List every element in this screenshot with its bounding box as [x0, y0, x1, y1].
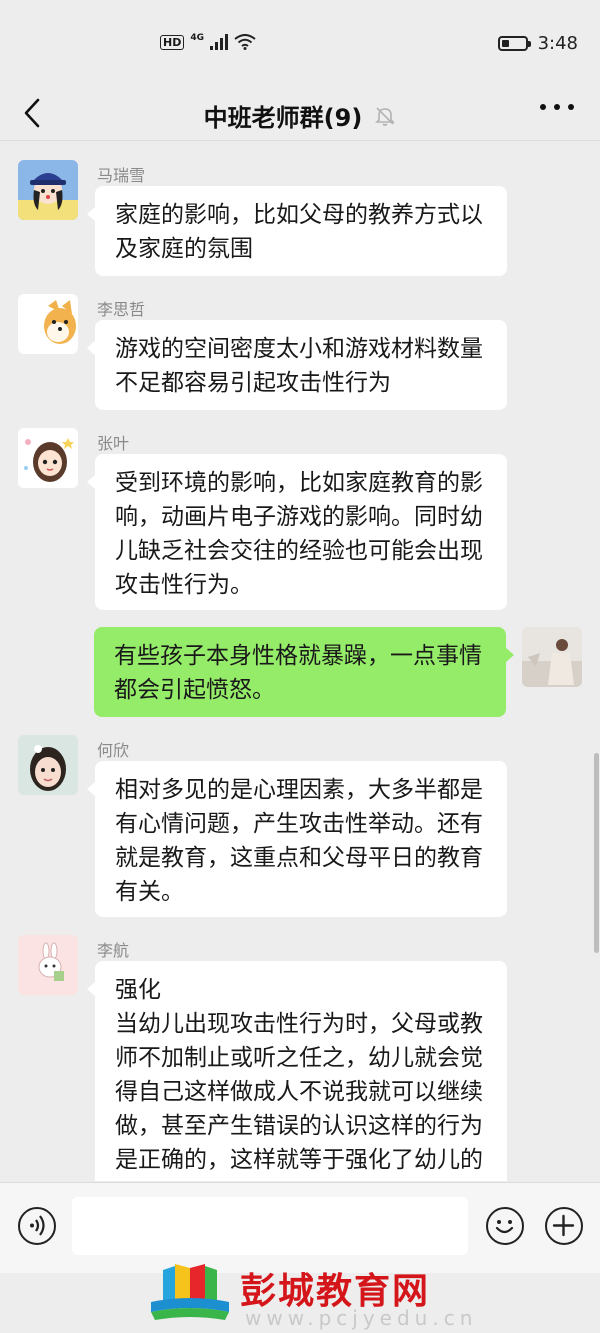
page-title-container: 中班老师群(9) [0, 98, 600, 133]
hd-badge: HD [160, 34, 185, 50]
voice-input-button[interactable] [18, 1207, 56, 1245]
wifi-icon [234, 34, 256, 50]
message-bubble[interactable]: 受到环境的影响，比如家庭教育的影响，动画片电子游戏的影响。同时幼儿缺乏社会交往的… [87, 454, 507, 610]
scrollbar[interactable] [594, 753, 599, 953]
page-title: 中班老师群(9) [203, 104, 363, 132]
chat-header: 中班老师群(9) [0, 88, 600, 141]
message-bubble[interactable]: 家庭的影响，比如父母的教养方式以及家庭的氛围 [87, 186, 507, 276]
watermark: 彭城教育网 www.pcjyedu.cn [0, 1260, 600, 1333]
message-bubble[interactable]: 强化 当幼儿出现攻击性行为时，父母或教师不加制止或听之任之，幼儿就会觉得自己这样… [87, 961, 507, 1181]
avatar-child-photo-icon [18, 735, 78, 795]
network-indicators: HD 4G [160, 33, 256, 51]
plus-icon [552, 1214, 575, 1237]
more-options-icon[interactable] [540, 104, 574, 110]
message-list[interactable]: 马瑞雪 家庭的影响，比如父母的教养方式以及家庭的氛围 李思哲 游戏的空间密度太小… [0, 141, 600, 1181]
avatar-cartoon-girl-icon [18, 428, 78, 488]
mute-bell-icon [375, 106, 396, 126]
avatar-girl-hat-icon [18, 160, 78, 220]
status-bar: HD 4G 3:48 [0, 0, 600, 88]
emoji-button[interactable] [486, 1207, 524, 1245]
avatar[interactable] [18, 294, 78, 354]
avatar[interactable] [18, 935, 78, 995]
network-type: 4G [190, 33, 204, 43]
sender-name: 李航 [97, 941, 130, 960]
battery-icon [497, 36, 531, 51]
signal-icon [210, 34, 228, 50]
avatar-photo-woman-icon [522, 627, 582, 687]
voice-icon [30, 1215, 45, 1236]
status-right: 3:48 [497, 33, 578, 54]
book-logo-icon [151, 1264, 229, 1320]
avatar[interactable] [18, 160, 78, 220]
message-input[interactable] [72, 1197, 468, 1255]
smiley-icon [495, 1220, 514, 1234]
clock: 3:48 [537, 33, 578, 54]
sender-name: 何欣 [97, 741, 130, 760]
message-bubble[interactable]: 相对多见的是心理因素，大多半都是有心情问题，产生攻击性举动。还有就是教育，这重点… [87, 761, 507, 917]
avatar-shiba-dog-icon [18, 294, 78, 354]
sender-name: 马瑞雪 [97, 166, 146, 185]
avatar-bunny-icon [18, 935, 78, 995]
avatar[interactable] [18, 735, 78, 795]
message-bubble[interactable]: 游戏的空间密度太小和游戏材料数量不足都容易引起攻击性行为 [87, 320, 507, 410]
avatar-self[interactable] [522, 627, 582, 687]
sender-name: 李思哲 [97, 300, 146, 319]
message-bubble-self[interactable]: 有些孩子本身性格就暴躁，一点事情都会引起愤怒。 [94, 627, 514, 717]
watermark-url: www.pcjyedu.cn [245, 1306, 478, 1330]
more-functions-button[interactable] [545, 1207, 583, 1245]
avatar[interactable] [18, 428, 78, 488]
sender-name: 张叶 [97, 434, 130, 453]
